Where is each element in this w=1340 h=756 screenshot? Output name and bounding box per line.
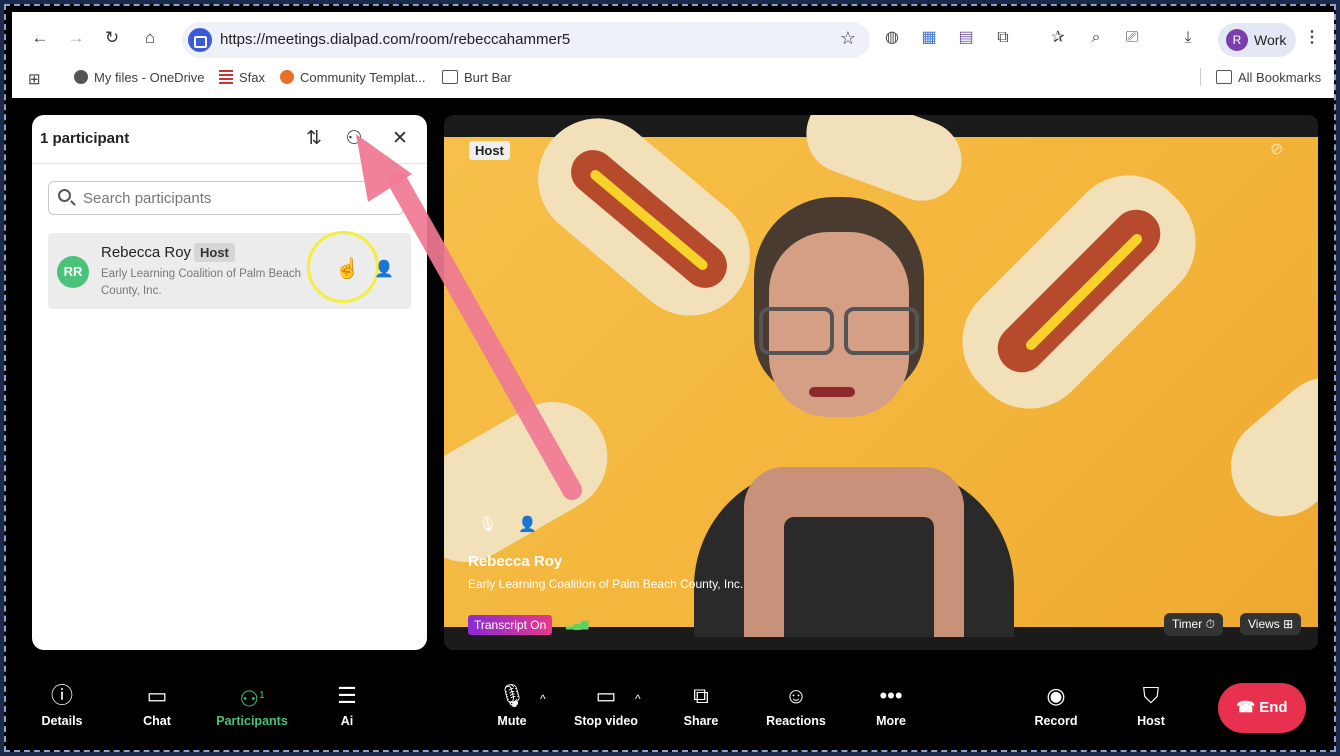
sfax-icon — [219, 70, 233, 84]
participants-button[interactable]: ⚇1 Participants — [212, 682, 292, 728]
mute-options-chevron-icon[interactable]: ^ — [540, 692, 546, 706]
stop-video-button[interactable]: ▭ Stop video — [566, 682, 646, 728]
bookmark-community[interactable]: Community Templat... — [280, 70, 425, 85]
person-icon[interactable]: 👤 — [374, 259, 394, 279]
back-icon[interactable]: ← — [28, 26, 52, 50]
forward-icon[interactable]: → — [64, 26, 88, 50]
info-icon: ⓘ — [50, 683, 73, 708]
transcript-badge[interactable]: Transcript On — [468, 615, 553, 635]
more-dots-icon: ••• — [879, 683, 903, 708]
folder-icon — [1216, 70, 1232, 84]
bookmark-divider — [1200, 68, 1201, 86]
folder-icon — [442, 70, 458, 84]
avatar: R — [1226, 29, 1248, 51]
grid-icon: ⊞ — [1283, 617, 1294, 631]
reload-icon[interactable]: ↻ — [100, 26, 124, 50]
host-button[interactable]: ⛉ Host — [1111, 682, 1191, 728]
participant-avatar: RR — [57, 256, 89, 288]
chat-icon: ▭ — [146, 683, 168, 708]
smiley-icon: ☺ — [784, 683, 808, 708]
profile-chip[interactable]: R Work — [1218, 23, 1296, 57]
video-tile: Host ⊘ 🎙 👤 Rebecca Roy Early Learning Co… — [444, 115, 1318, 650]
bookmark-star-icon[interactable]: ☆ — [840, 28, 856, 49]
participant-name: Rebecca Roy — [101, 244, 192, 261]
dialpad-site-icon — [188, 28, 212, 52]
phone-hangup-icon: ☎ — [1236, 699, 1256, 716]
bookmark-burt-bar[interactable]: Burt Bar — [442, 70, 512, 85]
address-bar[interactable]: https://meetings.dialpad.com/room/rebecc… — [182, 22, 870, 58]
bookmark-onedrive[interactable]: My files - OneDrive — [74, 70, 205, 85]
end-call-button[interactable]: ☎ End — [1218, 683, 1306, 733]
mic-icon: 🎙 — [478, 516, 498, 533]
camera-icon: ▭ — [595, 683, 617, 708]
search-placeholder: Search participants — [83, 190, 212, 207]
add-participant-icon[interactable]: ⚇ — [342, 127, 366, 150]
cast-icon[interactable]: ⎚ — [1122, 28, 1142, 48]
hide-self-view-icon[interactable]: ⊘ — [1270, 139, 1283, 159]
more-button[interactable]: ••• More — [851, 682, 931, 728]
person-icon: 👤 — [518, 516, 537, 533]
views-button[interactable]: Views ⊞ — [1240, 613, 1302, 635]
record-icon: ◉ — [1046, 683, 1066, 708]
host-label: Host — [469, 141, 510, 160]
extension-icon-1[interactable]: ◍ — [882, 28, 902, 48]
apps-grid-icon[interactable]: ⊞ — [28, 70, 41, 88]
search-participants-input[interactable]: Search participants — [48, 181, 404, 215]
reading-list-icon[interactable]: ✰ — [1048, 28, 1068, 48]
profile-label: Work — [1254, 32, 1287, 48]
page-search-icon[interactable]: ⌕ — [1086, 28, 1106, 48]
signal-bars-icon: ▂▄▆ — [566, 619, 589, 630]
participants-panel: 1 participant ⇅ ⚇ ✕ Search participants … — [32, 115, 427, 650]
sort-icon[interactable]: ⇅ — [302, 127, 326, 150]
panel-divider — [32, 163, 427, 164]
hotdog-bun — [1210, 357, 1318, 537]
share-screen-icon: ⧉ — [693, 683, 709, 708]
ai-sparkle-icon: ☰ — [337, 683, 357, 708]
mic-hand-cursor-icon[interactable]: ☝ — [335, 256, 360, 281]
all-bookmarks[interactable]: All Bookmarks — [1216, 70, 1321, 85]
extension-doc-icon[interactable]: ▤ — [956, 28, 976, 48]
reactions-button[interactable]: ☺ Reactions — [756, 682, 836, 728]
community-icon — [280, 70, 294, 84]
url-text: https://meetings.dialpad.com/room/rebecc… — [220, 31, 571, 48]
host-badge: Host — [194, 243, 235, 262]
bookmark-sfax[interactable]: Sfax — [219, 70, 265, 85]
download-icon[interactable]: ⤓ — [1178, 28, 1198, 48]
share-button[interactable]: ⧉ Share — [661, 682, 741, 728]
extensions-puzzle-icon[interactable]: ⧉ — [993, 28, 1013, 48]
video-participant-name: Rebecca Roy — [468, 553, 563, 570]
search-icon — [58, 189, 71, 202]
participant-org: Early Learning Coalition of Palm Beach C… — [101, 268, 302, 297]
browser-chrome: ← → ↻ ⌂ https://meetings.dialpad.com/roo… — [12, 12, 1334, 98]
details-button[interactable]: ⓘ Details — [22, 682, 102, 728]
record-button[interactable]: ◉ Record — [1016, 682, 1096, 728]
video-options-chevron-icon[interactable]: ^ — [635, 692, 641, 706]
home-icon[interactable]: ⌂ — [138, 26, 162, 50]
globe-icon — [74, 70, 88, 84]
video-feed — [444, 115, 1318, 637]
close-icon[interactable]: ✕ — [388, 127, 412, 150]
menu-kebab-icon[interactable]: ⋮ — [1302, 28, 1322, 48]
chat-button[interactable]: ▭ Chat — [117, 682, 197, 728]
shield-icon: ⛉ — [1142, 683, 1160, 708]
timer-button[interactable]: Timer ⏱ — [1164, 613, 1223, 636]
participant-video-person — [694, 197, 1034, 637]
extension-grid-icon[interactable]: ▦ — [919, 28, 939, 48]
app-frame: ← → ↻ ⌂ https://meetings.dialpad.com/roo… — [4, 4, 1336, 752]
stopwatch-icon: ⏱ — [1205, 617, 1215, 631]
ai-button[interactable]: ☰ Ai — [307, 682, 387, 728]
video-participant-org: Early Learning Coalition of Palm Beach C… — [468, 577, 744, 591]
participant-row[interactable]: RR Rebecca Roy Host Early Learning Coali… — [48, 231, 411, 309]
panel-title: 1 participant — [40, 130, 130, 147]
participants-icon: ⚇1 — [239, 686, 265, 712]
cursor-highlight: ☝ — [307, 231, 379, 303]
